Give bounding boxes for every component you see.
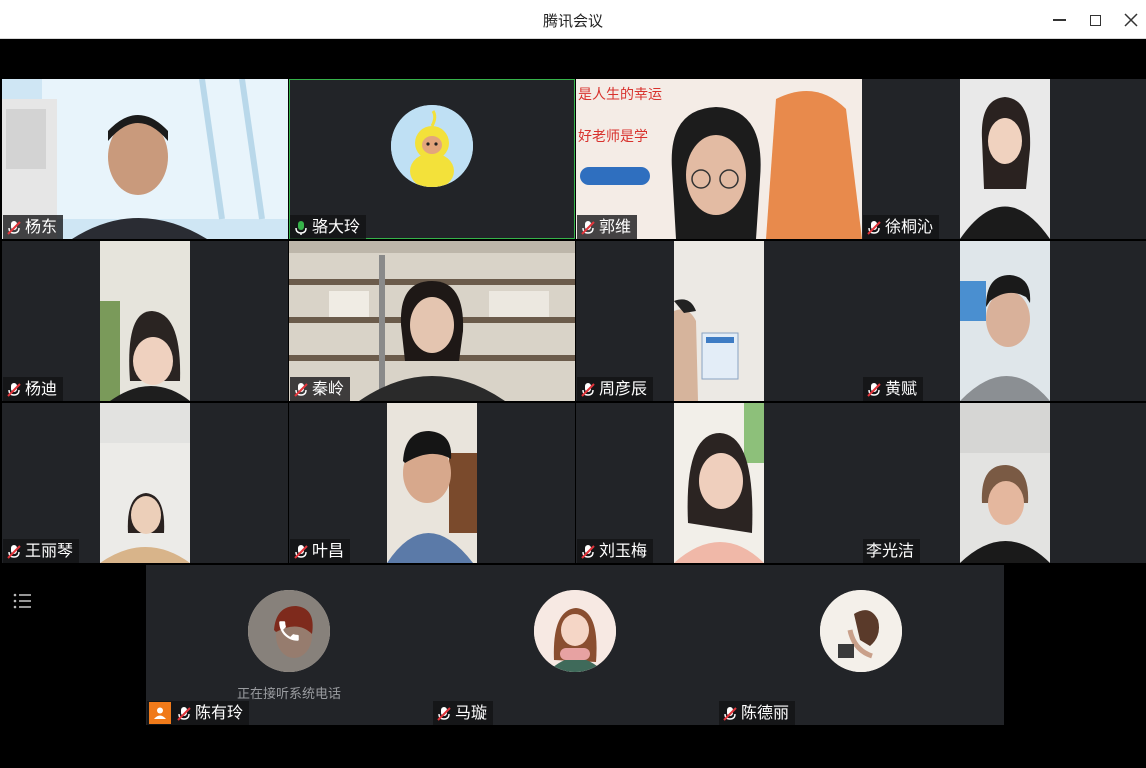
participant-video (100, 403, 190, 563)
participant-avatar (534, 590, 616, 672)
participant-nametag: 陈有玲 (147, 701, 250, 725)
participant-name: 陈德丽 (741, 703, 790, 722)
participant-video (100, 241, 190, 401)
participant-nametag: 马璇 (433, 701, 494, 725)
participant-nametag: 陈德丽 (719, 701, 796, 725)
participant-tile[interactable]: 陈德丽 (718, 565, 1004, 725)
participant-nametag: 杨东 (3, 215, 64, 239)
participant-nametag: 黄赋 (863, 377, 924, 401)
list-icon (13, 593, 31, 609)
participant-name: 刘玉梅 (599, 541, 648, 560)
participant-tile[interactable]: 杨东 (2, 79, 288, 239)
participant-avatar (391, 105, 473, 187)
participant-tile[interactable]: 刘玉梅 (576, 403, 862, 563)
participant-name: 王丽琴 (25, 541, 74, 560)
participant-video (387, 403, 477, 563)
participant-nametag: 叶昌 (290, 539, 351, 563)
mic-muted-icon (6, 543, 22, 559)
participant-name: 黄赋 (885, 379, 918, 398)
mic-muted-icon (6, 381, 22, 397)
participant-video (674, 241, 764, 401)
participant-tile[interactable]: 周彦辰 (576, 241, 862, 401)
participant-name: 杨东 (25, 217, 58, 236)
participant-tile[interactable]: 黄赋 (862, 241, 1146, 401)
participant-tile-speaking[interactable]: 骆大玲 (289, 79, 575, 239)
participant-tile[interactable]: 李光洁 (862, 403, 1146, 563)
close-button[interactable] (1117, 6, 1145, 34)
mic-muted-icon (580, 543, 596, 559)
participant-name: 骆大玲 (312, 217, 361, 236)
maximize-button[interactable] (1081, 6, 1109, 34)
participant-nametag: 王丽琴 (3, 539, 80, 563)
participant-tile[interactable]: 正在接听系统电话 陈有玲 (146, 565, 432, 725)
participant-nametag: 刘玉梅 (577, 539, 654, 563)
participant-tile[interactable]: 叶昌 (289, 403, 575, 563)
participant-avatar (820, 590, 902, 672)
mic-muted-icon (436, 705, 452, 721)
window-title: 腾讯会议 (542, 12, 603, 30)
participant-nametag: 郭维 (577, 215, 638, 239)
mic-muted-icon (722, 705, 738, 721)
user-icon (149, 702, 171, 724)
mic-muted-icon (580, 219, 596, 235)
participant-tile[interactable]: 秦岭 (289, 241, 575, 401)
maximize-icon (1089, 14, 1101, 26)
mic-muted-icon (293, 381, 309, 397)
participant-video (960, 79, 1050, 239)
participant-list-button[interactable] (11, 590, 35, 614)
mic-active-icon (293, 219, 309, 235)
participant-tile[interactable]: 马璇 (432, 565, 718, 725)
participant-tile[interactable]: 徐桐沁 (862, 79, 1146, 239)
participant-name: 李光洁 (866, 541, 915, 560)
participant-video (960, 403, 1050, 563)
meeting-window: 腾讯会议 杨东 骆大玲 是人生的幸运 好老师是学 郭维 徐桐沁 杨迪 秦岭 周彦… (0, 0, 1146, 768)
participant-name: 杨迪 (25, 379, 58, 398)
video-stage: 杨东 骆大玲 是人生的幸运 好老师是学 郭维 徐桐沁 杨迪 秦岭 周彦辰 黄赋 … (0, 39, 1146, 768)
participant-name: 叶昌 (312, 541, 345, 560)
participant-tile[interactable]: 王丽琴 (2, 403, 288, 563)
close-icon (1124, 13, 1138, 27)
svg-text:好老师是学: 好老师是学 (578, 129, 648, 145)
participant-nametag: 骆大玲 (290, 215, 367, 239)
participant-tile[interactable]: 杨迪 (2, 241, 288, 401)
mic-muted-icon (580, 381, 596, 397)
participant-name: 马璇 (455, 703, 488, 722)
participant-avatar (248, 590, 330, 672)
participant-name: 周彦辰 (599, 379, 648, 398)
call-status-text: 正在接听系统电话 (236, 687, 341, 702)
mic-muted-icon (866, 219, 882, 235)
minimize-icon (1052, 19, 1066, 21)
participant-video (674, 403, 764, 563)
mic-muted-icon (6, 219, 22, 235)
title-bar: 腾讯会议 (0, 0, 1146, 39)
participant-nametag: 秦岭 (290, 377, 351, 401)
participant-name: 徐桐沁 (885, 217, 934, 236)
participant-name: 郭维 (599, 217, 632, 236)
mic-muted-icon (176, 705, 192, 721)
participant-nametag: 杨迪 (3, 377, 64, 401)
minimize-button[interactable] (1045, 6, 1073, 34)
participant-tile[interactable]: 是人生的幸运 好老师是学 郭维 (576, 79, 862, 239)
svg-text:是人生的幸运: 是人生的幸运 (578, 87, 662, 103)
participant-nametag: 徐桐沁 (863, 215, 940, 239)
mic-muted-icon (866, 381, 882, 397)
participant-name: 陈有玲 (195, 703, 244, 722)
participant-nametag: 周彦辰 (577, 377, 654, 401)
participant-video (960, 241, 1050, 401)
mic-muted-icon (293, 543, 309, 559)
participant-nametag: 李光洁 (863, 539, 921, 563)
participant-name: 秦岭 (312, 379, 345, 398)
phone-icon (279, 621, 299, 641)
